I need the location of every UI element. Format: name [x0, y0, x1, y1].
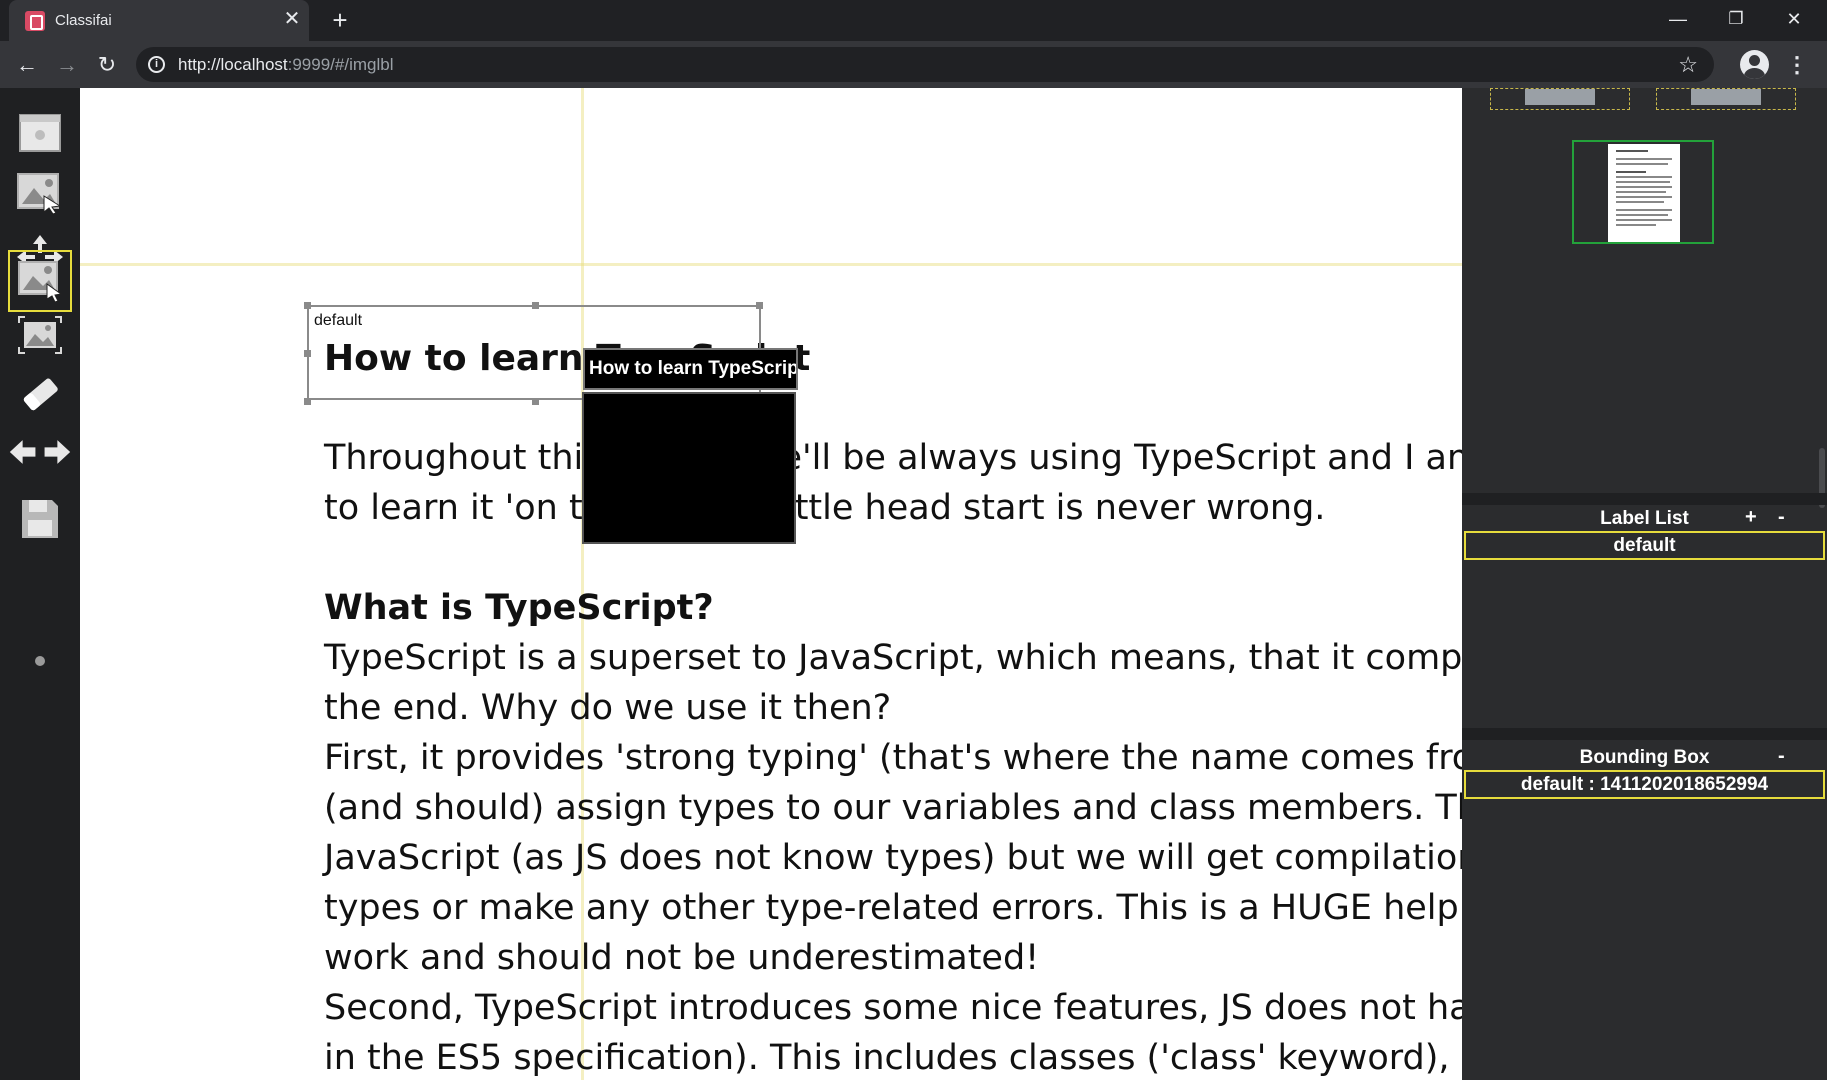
resize-handle[interactable]	[304, 302, 311, 309]
url-path: :9999/#/imglbl	[287, 55, 394, 74]
document-line: the end. Why do we use it then?	[324, 688, 892, 728]
document-line: Throughout this course, we'll be always …	[324, 438, 1462, 478]
restore-button[interactable]: ❐	[1716, 4, 1756, 34]
status-dot	[35, 656, 45, 666]
label-suggestion-dropdown[interactable]	[582, 392, 796, 544]
bookmark-star-icon[interactable]: ☆	[1678, 52, 1698, 78]
document-line: to learn it 'on the way'. A little head …	[324, 488, 1326, 528]
url-host: http://localhost	[178, 55, 288, 74]
forward-icon[interactable]: →	[52, 50, 82, 80]
panel-divider	[1462, 493, 1827, 505]
eraser-tool[interactable]	[8, 364, 72, 426]
tab-close-icon[interactable]: ✕	[281, 8, 303, 30]
fit-image-tool[interactable]	[8, 304, 72, 366]
floppy-disk-icon	[22, 500, 58, 538]
browser-tabstrip: Classifai ✕ + — ❐ ✕	[0, 0, 1827, 41]
resize-handle[interactable]	[756, 302, 763, 309]
document-line: in the ES5 specification). This includes…	[324, 1038, 1462, 1078]
thumbnail[interactable]	[1490, 88, 1630, 110]
label-text-input[interactable]: How to learn TypeScrip	[583, 348, 798, 390]
crosshair-horizontal-guide	[80, 263, 1462, 266]
classifai-favicon-icon	[25, 11, 45, 31]
bounding-box-tool[interactable]	[8, 250, 72, 312]
panel-divider	[1462, 728, 1827, 740]
image-canvas[interactable]: How to learn TypeScript Throughout this …	[80, 88, 1462, 1080]
address-bar[interactable]: i http://localhost:9999/#/imglbl ☆	[136, 47, 1714, 82]
document-subheading: What is TypeScript?	[324, 588, 714, 628]
image-cursor-icon	[17, 173, 62, 214]
label-list-title: Label List	[1600, 508, 1689, 529]
document-line: (and should) assign types to our variabl…	[324, 788, 1462, 828]
bounding-box-item[interactable]: default : 1411202018652994	[1464, 770, 1825, 799]
eraser-icon	[23, 378, 58, 411]
prev-next-tool[interactable]	[8, 421, 72, 483]
browser-tab[interactable]: Classifai ✕	[9, 0, 309, 41]
resize-handle[interactable]	[532, 398, 539, 405]
tool-sidebar	[0, 88, 80, 1080]
profile-avatar-icon[interactable]	[1740, 50, 1769, 79]
image-select-icon	[18, 261, 63, 302]
remove-label-button[interactable]: -	[1778, 506, 1785, 529]
save-tool[interactable]	[8, 488, 72, 550]
back-icon[interactable]: ←	[12, 50, 42, 80]
close-window-button[interactable]: ✕	[1774, 4, 1814, 34]
left-right-arrows-icon	[9, 440, 71, 464]
open-folder-tool[interactable]	[8, 102, 72, 164]
site-info-icon[interactable]: i	[148, 56, 165, 73]
document-line: TypeScript is a superset to JavaScript, …	[324, 638, 1462, 678]
url-text: http://localhost:9999/#/imglbl	[178, 55, 393, 75]
image-pointer-tool[interactable]	[8, 162, 72, 224]
resize-handle[interactable]	[304, 398, 311, 405]
new-tab-button[interactable]: +	[326, 6, 354, 34]
document-line: First, it provides 'strong typing' (that…	[324, 738, 1462, 778]
remove-box-button[interactable]: -	[1778, 745, 1785, 768]
resize-handle[interactable]	[532, 302, 539, 309]
minimize-button[interactable]: —	[1658, 4, 1698, 34]
right-panel: Label List + - default Bounding Box - de…	[1462, 88, 1827, 1080]
document-line: work and should not be underestimated!	[324, 938, 1040, 978]
add-label-button[interactable]: +	[1745, 506, 1757, 529]
thumbnail-selected[interactable]	[1572, 140, 1714, 244]
thumbnail-page-image	[1608, 144, 1680, 242]
thumbnail[interactable]	[1656, 88, 1796, 110]
tab-title: Classifai	[55, 12, 112, 29]
image-frame-icon	[18, 316, 62, 354]
reload-icon[interactable]: ↻	[92, 50, 122, 80]
document-line: Second, TypeScript introduces some nice …	[324, 988, 1462, 1028]
bounding-box-title: Bounding Box	[1579, 747, 1710, 768]
crosshair-vertical-guide	[581, 88, 584, 1080]
bounding-box-label: default	[314, 312, 363, 329]
resize-handle[interactable]	[304, 350, 311, 357]
label-list-item[interactable]: default	[1464, 531, 1825, 560]
folder-image-icon	[19, 114, 61, 152]
document-line: types or make any other type-related err…	[324, 888, 1462, 928]
browser-toolbar: ← → ↻ i http://localhost:9999/#/imglbl ☆…	[0, 41, 1827, 88]
browser-menu-icon[interactable]: ⋮	[1782, 50, 1812, 80]
document-line: JavaScript (as JS does not know types) b…	[324, 838, 1462, 878]
